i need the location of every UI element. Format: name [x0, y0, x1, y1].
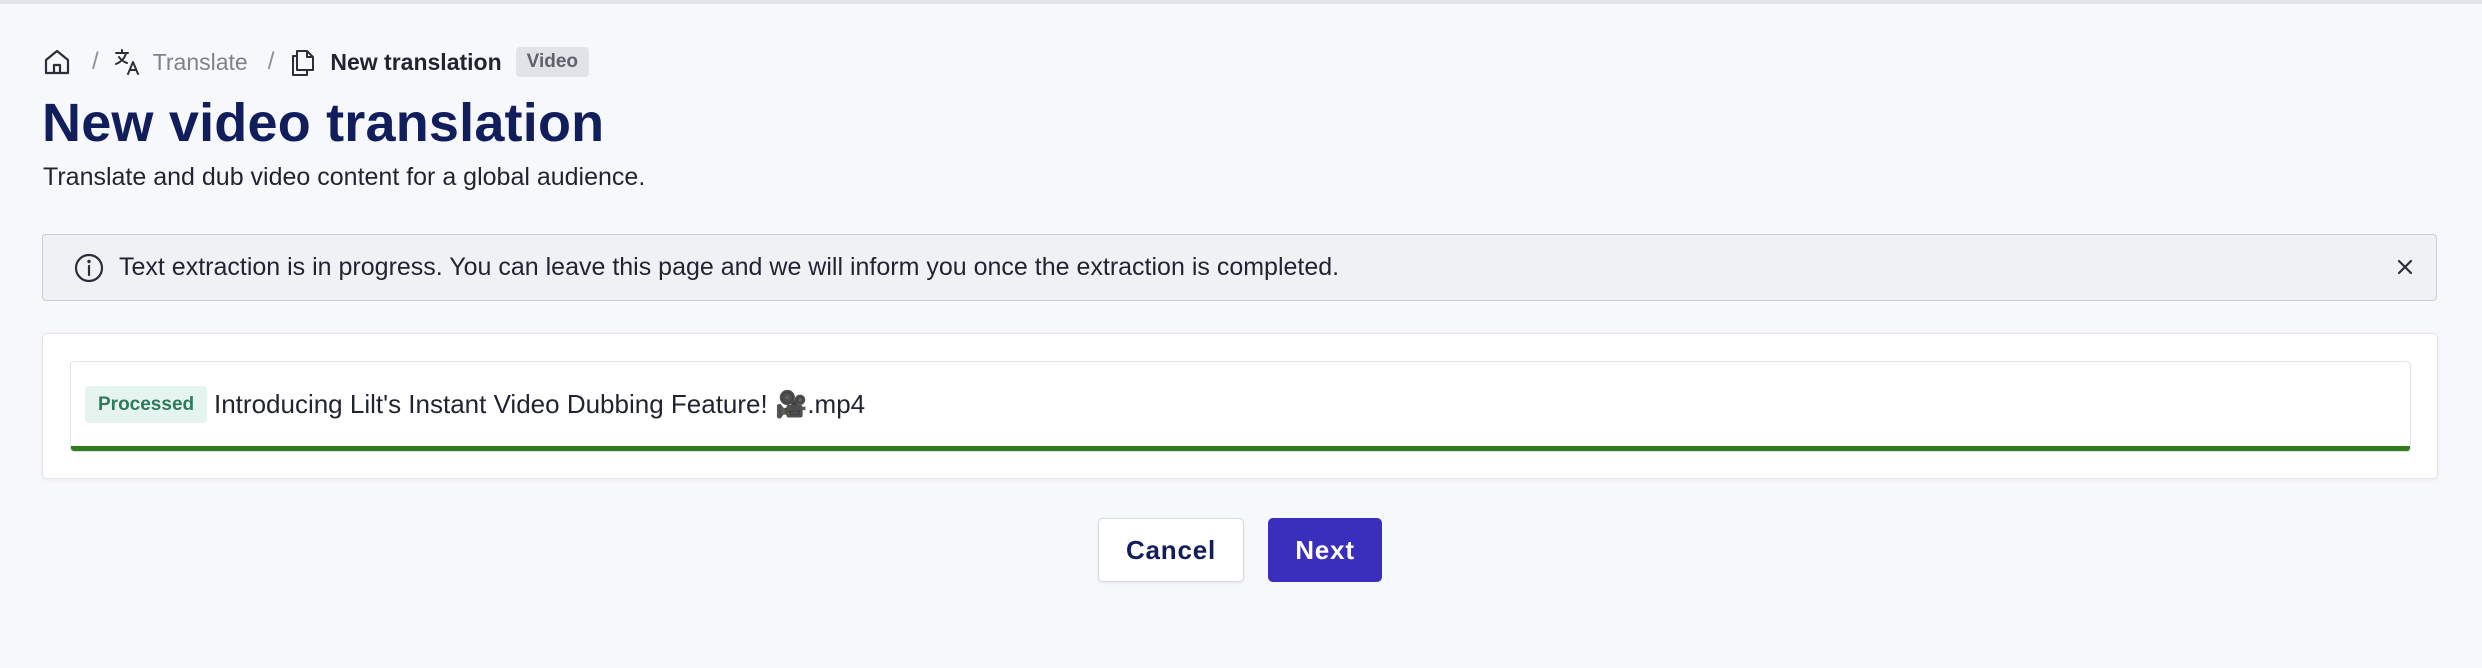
file-card: Processed Introducing Lilt's Instant Vid… [42, 333, 2438, 479]
file-item: Processed Introducing Lilt's Instant Vid… [70, 361, 2411, 452]
breadcrumb-separator: / [92, 48, 99, 75]
progress-bar-fill [71, 446, 2410, 451]
home-icon[interactable] [42, 47, 72, 77]
document-copy-icon [288, 47, 318, 77]
info-icon [73, 252, 105, 284]
page-title: New video translation [42, 93, 605, 153]
page-subtitle: Translate and dub video content for a gl… [43, 163, 646, 191]
breadcrumb: / Translate / New translation Video [42, 44, 590, 80]
breadcrumb-translate-link[interactable]: Translate [153, 49, 248, 76]
progress-bar [71, 446, 2410, 451]
next-button[interactable]: Next [1268, 518, 1382, 582]
top-border [0, 0, 2482, 4]
translate-icon [113, 47, 143, 77]
cancel-button[interactable]: Cancel [1098, 518, 1244, 582]
info-banner-text: Text extraction is in progress. You can … [119, 253, 1340, 281]
file-name: Introducing Lilt's Instant Video Dubbing… [214, 389, 866, 419]
breadcrumb-current: New translation [330, 48, 502, 75]
close-icon[interactable] [2390, 252, 2420, 282]
info-banner: Text extraction is in progress. You can … [42, 234, 2437, 301]
status-badge: Processed [85, 386, 208, 423]
type-badge: Video [515, 47, 590, 77]
breadcrumb-separator: / [267, 48, 275, 75]
